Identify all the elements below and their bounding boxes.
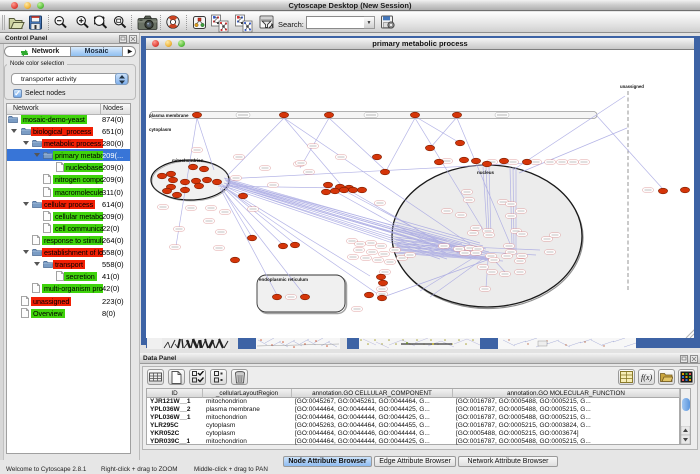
svg-text:f(x): f(x): [641, 373, 652, 382]
svg-text:nucleus: nucleus: [477, 170, 495, 175]
svg-text:cytoplasm: cytoplasm: [149, 127, 171, 132]
svg-text:endoplasmic reticulum: endoplasmic reticulum: [259, 277, 308, 282]
svg-text:mitochondrion: mitochondrion: [172, 158, 204, 163]
svg-text:unassigned: unassigned: [620, 84, 644, 89]
svg-text:plasma membrane: plasma membrane: [149, 113, 189, 118]
